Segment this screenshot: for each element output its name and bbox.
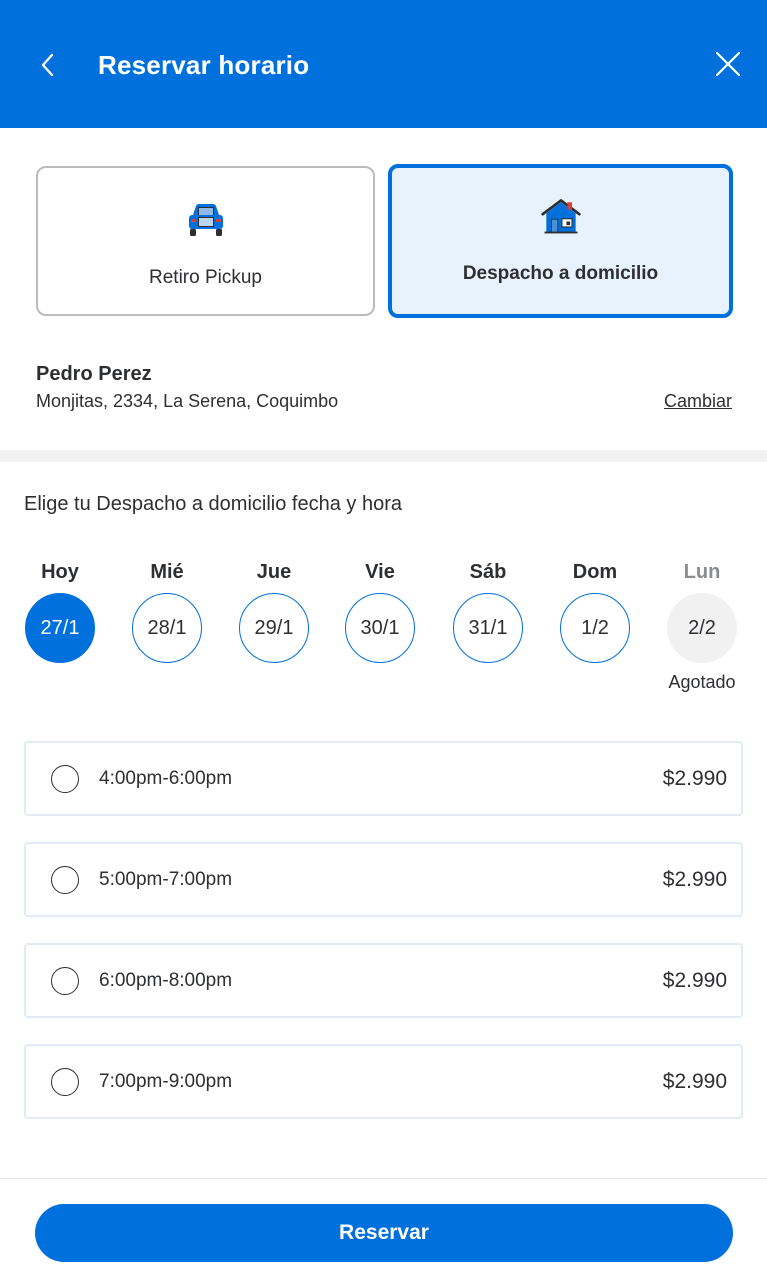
section-divider [0,450,767,462]
slot-radio[interactable] [51,966,79,995]
time-slot-option[interactable]: 6:00pm-8:00pm $2.990 [24,943,743,1018]
time-slot-option[interactable]: 7:00pm-9:00pm $2.990 [24,1044,743,1119]
time-slot-option[interactable]: 5:00pm-7:00pm $2.990 [24,842,743,917]
day-date-button[interactable]: 1/2 [560,593,630,663]
time-slot-option[interactable]: 4:00pm-6:00pm $2.990 [24,741,743,816]
day-option-mon: Lun 2/2 Agotado [662,560,742,693]
change-address-link[interactable]: Cambiar [664,390,732,412]
slot-time: 4:00pm-6:00pm [99,767,233,789]
page-title: Reservar horario [98,50,310,80]
day-option-sun[interactable]: Dom 1/2 [555,560,635,663]
slot-price: $2.990 [662,766,727,790]
slot-price: $2.990 [662,1069,727,1093]
delivery-address: Monjitas, 2334, La Serena, Coquimbo [36,391,339,411]
day-name: Jue [256,561,292,583]
header-bar: Reservar horario [0,0,767,128]
schedule-title: Elige tu Despacho a domicilio fecha y ho… [24,493,402,515]
day-option-fri[interactable]: Vie 30/1 [340,560,420,663]
house-icon [539,194,583,238]
slot-time: 5:00pm-7:00pm [99,868,233,890]
slot-price: $2.990 [662,867,727,891]
day-name: Hoy [41,561,79,583]
day-date-button[interactable]: 30/1 [345,593,415,663]
day-date-button[interactable]: 27/1 [25,593,95,663]
day-date-button[interactable]: 28/1 [132,593,202,663]
slot-time: 6:00pm-8:00pm [99,969,233,991]
day-date-button: 2/2 [667,593,737,663]
pickup-option-card[interactable]: Retiro Pickup [36,166,375,316]
day-name: Lun [683,561,721,583]
slot-radio[interactable] [51,764,79,793]
chevron-left-icon [41,53,54,77]
recipient-name: Pedro Perez [36,363,152,385]
day-date-button[interactable]: 31/1 [453,593,523,663]
sold-out-label: Agotado [668,672,736,692]
slot-radio[interactable] [51,1067,79,1096]
reserve-button[interactable]: Reservar [35,1204,733,1262]
close-icon [715,51,741,77]
close-button[interactable] [710,46,746,82]
footer-divider [0,1178,767,1179]
day-name: Mié [150,561,184,583]
slot-price: $2.990 [662,968,727,992]
pickup-option-label: Retiro Pickup [149,267,262,288]
delivery-option-label: Despacho a domicilio [462,263,659,284]
day-option-today[interactable]: Hoy 27/1 [20,560,100,663]
back-button[interactable] [34,46,62,84]
day-date-button[interactable]: 29/1 [239,593,309,663]
day-option-wed[interactable]: Mié 28/1 [127,560,207,663]
delivery-option-card[interactable]: Despacho a domicilio [388,164,733,318]
car-icon [184,198,228,242]
slot-radio[interactable] [51,865,79,894]
day-option-thu[interactable]: Jue 29/1 [234,560,314,663]
day-name: Sáb [469,561,507,583]
slot-time: 7:00pm-9:00pm [99,1070,233,1092]
day-name: Dom [572,561,618,583]
day-name: Vie [365,561,395,583]
day-option-sat[interactable]: Sáb 31/1 [448,560,528,663]
